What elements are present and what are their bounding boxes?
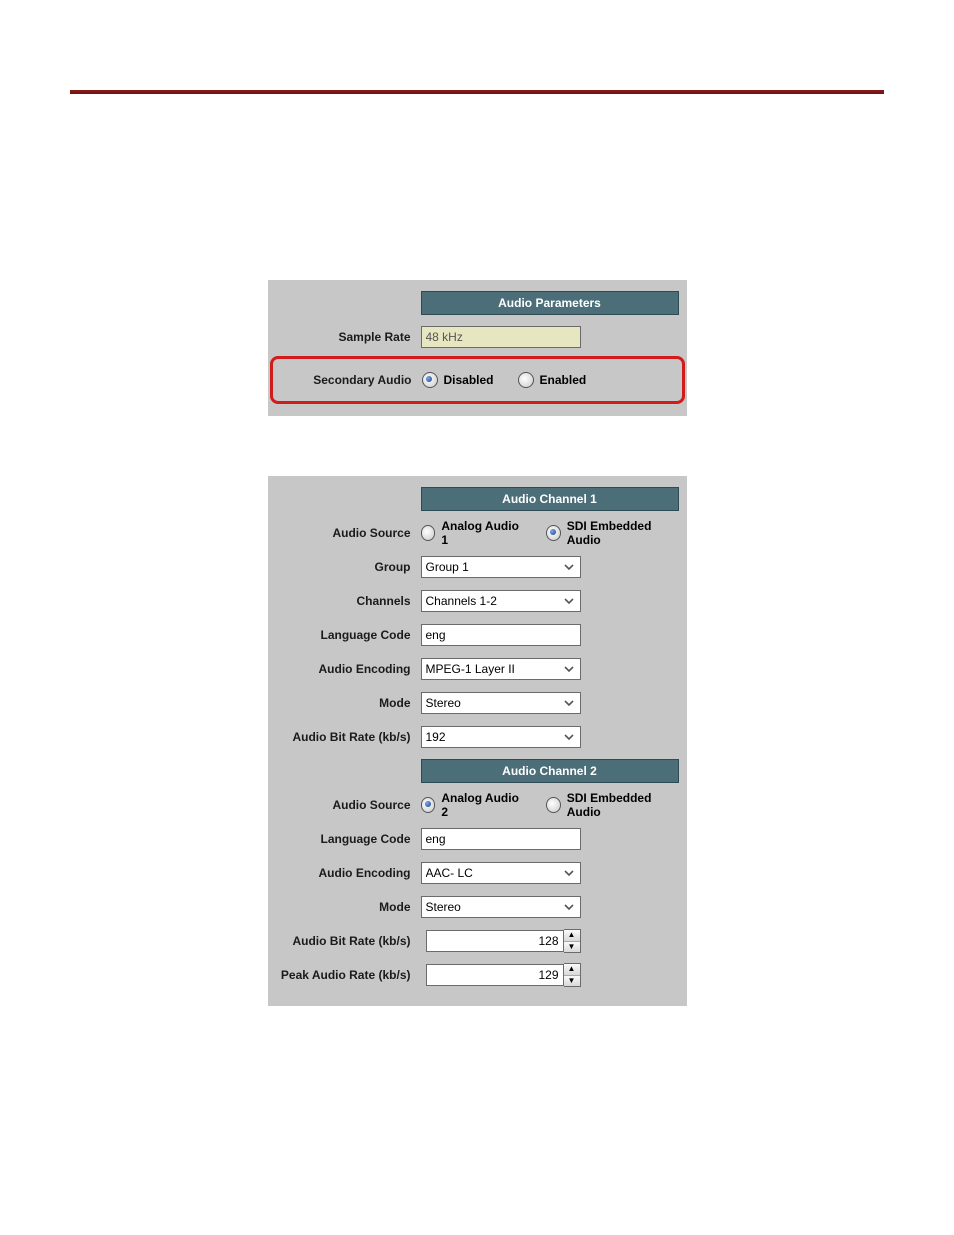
secondary-audio-disabled-radio[interactable] xyxy=(422,372,438,388)
ch1-source-sdi-text: SDI Embedded Audio xyxy=(567,519,679,547)
secondary-audio-disabled-text: Disabled xyxy=(444,373,494,387)
ch1-group-select[interactable] xyxy=(421,556,581,578)
ch2-peakrate-label: Peak Audio Rate (kb/s) xyxy=(276,968,421,982)
ch1-channels-select[interactable] xyxy=(421,590,581,612)
ch2-audio-source-label: Audio Source xyxy=(276,798,421,812)
ch1-encoding-label: Audio Encoding xyxy=(276,662,421,676)
ch2-source-analog-radio[interactable] xyxy=(421,797,436,813)
ch2-source-analog-text: Analog Audio 2 xyxy=(441,791,522,819)
ch2-source-sdi-text: SDI Embedded Audio xyxy=(567,791,679,819)
ch1-language-input[interactable] xyxy=(421,624,581,646)
ch1-source-analog-text: Analog Audio 1 xyxy=(441,519,522,547)
ch2-bitrate-input[interactable] xyxy=(426,930,564,952)
ch2-bitrate-down[interactable]: ▼ xyxy=(564,942,580,953)
ch2-mode-label: Mode xyxy=(276,900,421,914)
ch2-mode-select[interactable] xyxy=(421,896,581,918)
ch1-bitrate-label: Audio Bit Rate (kb/s) xyxy=(276,730,421,744)
ch1-language-label: Language Code xyxy=(276,628,421,642)
sample-rate-label: Sample Rate xyxy=(276,330,421,344)
secondary-audio-enabled-text: Enabled xyxy=(540,373,587,387)
audio-channels-panel: Audio Channel 1 Audio Source Analog Audi… xyxy=(268,476,687,1006)
audio-parameters-header: Audio Parameters xyxy=(421,291,679,315)
ch2-peakrate-down[interactable]: ▼ xyxy=(564,976,580,987)
sample-rate-field xyxy=(421,326,581,348)
ch2-language-label: Language Code xyxy=(276,832,421,846)
ch1-channels-label: Channels xyxy=(276,594,421,608)
ch1-group-label: Group xyxy=(276,560,421,574)
ch1-encoding-select[interactable] xyxy=(421,658,581,680)
ch2-bitrate-up[interactable]: ▲ xyxy=(564,930,580,942)
audio-parameters-panel: Audio Parameters Sample Rate Secondary A… xyxy=(268,280,687,416)
ch2-peakrate-input[interactable] xyxy=(426,964,564,986)
ch2-language-input[interactable] xyxy=(421,828,581,850)
ch1-bitrate-select[interactable] xyxy=(421,726,581,748)
ch1-source-sdi-radio[interactable] xyxy=(546,525,561,541)
ch2-bitrate-stepper[interactable]: ▲ ▼ xyxy=(564,929,581,953)
secondary-audio-highlight: Secondary Audio Disabled Enabled xyxy=(270,356,685,404)
ch2-peakrate-stepper[interactable]: ▲ ▼ xyxy=(564,963,581,987)
ch2-encoding-label: Audio Encoding xyxy=(276,866,421,880)
ch1-source-analog-radio[interactable] xyxy=(421,525,436,541)
ch1-audio-source-label: Audio Source xyxy=(276,526,421,540)
audio-channel-1-header: Audio Channel 1 xyxy=(421,487,679,511)
ch1-mode-label: Mode xyxy=(276,696,421,710)
secondary-audio-label: Secondary Audio xyxy=(277,373,422,387)
ch2-peakrate-up[interactable]: ▲ xyxy=(564,964,580,976)
ch2-encoding-select[interactable] xyxy=(421,862,581,884)
ch2-source-sdi-radio[interactable] xyxy=(546,797,561,813)
ch2-bitrate-label: Audio Bit Rate (kb/s) xyxy=(276,934,421,948)
ch1-mode-select[interactable] xyxy=(421,692,581,714)
secondary-audio-enabled-radio[interactable] xyxy=(518,372,534,388)
audio-channel-2-header: Audio Channel 2 xyxy=(421,759,679,783)
